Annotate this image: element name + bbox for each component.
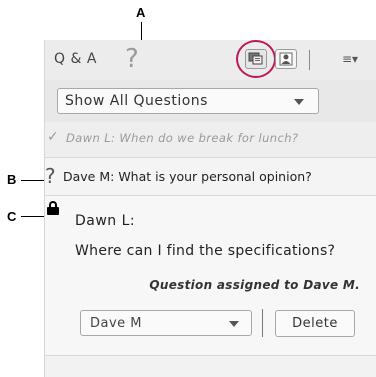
presenter-view-icon: [279, 52, 293, 66]
lock-icon: [47, 201, 59, 215]
assignment-note: Question assigned to Dave M.: [149, 278, 360, 292]
question-asker: Dawn L:: [75, 213, 136, 229]
question-text: Where can I find the specifications?: [75, 243, 336, 259]
delete-button[interactable]: Delete: [275, 310, 355, 337]
presenter-view-button[interactable]: [275, 49, 297, 69]
question-mark-icon: ?: [45, 164, 56, 188]
action-divider: [262, 309, 263, 337]
callout-c-label: C: [7, 209, 17, 224]
question-row-answered[interactable]: ✓ Dawn L: When do we break for lunch?: [45, 122, 376, 158]
check-icon: ✓: [47, 129, 59, 145]
panel-title: Q & A: [54, 51, 97, 67]
highlight-ring: [236, 40, 276, 78]
callout-b-label: B: [7, 172, 17, 187]
toolbar-divider: [309, 50, 310, 70]
question-row-open[interactable]: ? Dave M: What is your personal opinion?: [45, 158, 376, 196]
question-filter-value: Show All Questions: [65, 93, 208, 109]
filter-bar: Show All Questions: [45, 80, 376, 122]
question-text: Dave M: What is your personal opinion?: [63, 169, 312, 184]
question-filter-select[interactable]: Show All Questions: [57, 88, 319, 114]
question-text: Dawn L: When do we break for lunch?: [66, 131, 299, 145]
callout-b-line: [21, 180, 45, 181]
qa-panel: Q & A ? ≡▾ Show All Questions ✓ Dawn L: …: [44, 40, 376, 377]
panel-menu-icon[interactable]: ≡▾: [342, 52, 358, 66]
assignee-select[interactable]: Dave M: [80, 310, 252, 336]
assignee-value: Dave M: [90, 316, 143, 331]
question-mark-icon: ?: [125, 44, 139, 74]
panel-header: Q & A ? ≡▾: [45, 40, 376, 80]
chevron-down-icon: [229, 321, 239, 327]
callout-c-line: [21, 216, 45, 217]
callout-a-label: A: [136, 5, 146, 20]
chevron-down-icon: [294, 99, 304, 105]
question-row-assigned[interactable]: Dawn L: Where can I find the specificati…: [45, 196, 376, 356]
